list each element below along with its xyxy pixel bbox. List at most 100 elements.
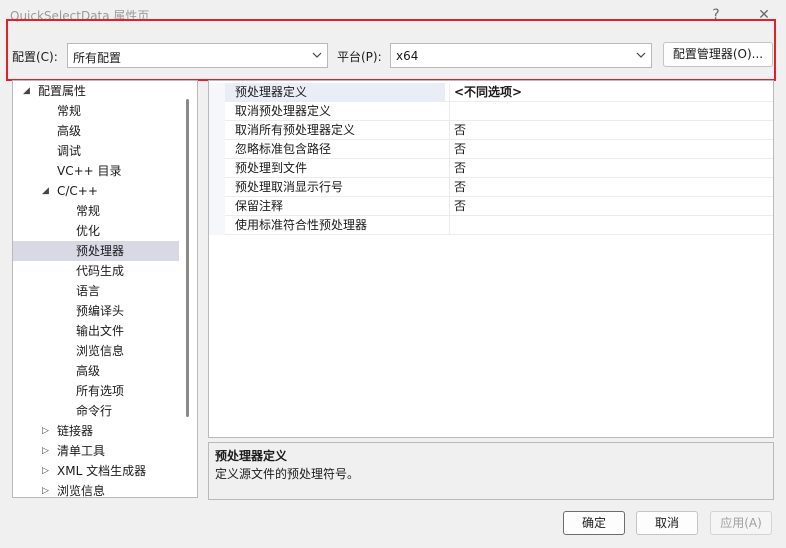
tree-item-xml-doc-generator[interactable]: ▷ XML 文档生成器 (13, 461, 179, 481)
collapsed-arrow-icon[interactable]: ▷ (42, 461, 52, 481)
tree-item-precompiled-headers[interactable]: 预编译头 (13, 301, 179, 321)
config-label: 配置(C): (12, 50, 58, 64)
tree-item-vc-directories[interactable]: VC++ 目录 (13, 161, 179, 181)
grid-row[interactable]: 忽略标准包含路径 否 (209, 140, 773, 159)
property-name: 使用标准符合性预处理器 (235, 218, 368, 232)
tree-item-code-generation[interactable]: 代码生成 (13, 261, 179, 281)
tree-item-language[interactable]: 语言 (13, 281, 179, 301)
tree-item-label: 高级 (76, 364, 101, 378)
property-value[interactable]: 否 (449, 178, 773, 197)
tree-item-label: 代码生成 (76, 264, 125, 278)
tree-item-all-options[interactable]: 所有选项 (13, 381, 179, 401)
tree-item-advanced[interactable]: 高级 (13, 121, 179, 141)
tree-item-label: XML 文档生成器 (57, 464, 147, 478)
collapsed-arrow-icon[interactable]: ▷ (42, 481, 52, 497)
property-value[interactable]: <不同选项> (449, 83, 773, 102)
row-gutter (209, 83, 225, 102)
property-tree[interactable]: ◢ 配置属性 常规 高级 调试 VC++ 目录 ◢ C/C++ 常规 优化 预处… (12, 80, 198, 498)
grid-row[interactable]: 预处理取消显示行号 否 (209, 178, 773, 197)
tree-item-label: 预处理器 (76, 244, 125, 258)
grid-row[interactable]: 取消所有预处理器定义 否 (209, 121, 773, 140)
description-text: 定义源文件的预处理符号。 (215, 467, 360, 481)
tree-item-label: 输出文件 (76, 324, 125, 338)
tree-item-label: 浏览信息 (76, 344, 125, 358)
ok-button[interactable]: 确定 (563, 511, 625, 535)
tree-item-preprocessor[interactable]: 预处理器 (13, 241, 179, 261)
property-name: 预处理到文件 (235, 161, 308, 175)
platform-value: x64 (396, 49, 419, 63)
description-panel: 预处理器定义 定义源文件的预处理符号。 (208, 442, 774, 500)
tree-item-general[interactable]: 常规 (13, 101, 179, 121)
tree-item-command-line[interactable]: 命令行 (13, 401, 179, 421)
tree-item-label: 预编译头 (76, 304, 125, 318)
expanded-arrow-icon[interactable]: ◢ (42, 181, 52, 201)
grid-row[interactable]: 预处理器定义 <不同选项> (209, 83, 773, 102)
property-value[interactable]: 否 (449, 140, 773, 159)
collapsed-arrow-icon[interactable]: ▷ (42, 441, 52, 461)
tree-item-label: 所有选项 (76, 384, 125, 398)
platform-label: 平台(P): (337, 50, 382, 64)
tree-item-debugging[interactable]: 调试 (13, 141, 179, 161)
tree-item-label: 链接器 (57, 424, 94, 438)
row-gutter (209, 140, 225, 159)
config-dropdown[interactable]: 所有配置 (67, 43, 328, 68)
tree-item-optimization[interactable]: 优化 (13, 221, 179, 241)
tree-item-label: 语言 (76, 284, 101, 298)
row-gutter (209, 159, 225, 178)
property-name: 预处理器定义 (235, 85, 308, 99)
tree-item-label: 命令行 (76, 404, 113, 418)
grid-row[interactable]: 取消预处理器定义 (209, 102, 773, 121)
row-gutter (209, 178, 225, 197)
close-icon[interactable]: ✕ (752, 4, 776, 26)
tree-item-label: 调试 (57, 144, 82, 158)
collapsed-arrow-icon[interactable]: ▷ (42, 421, 52, 441)
property-grid[interactable]: 预处理器定义 <不同选项> 取消预处理器定义 取消所有预处理器定义 否 忽略标准… (208, 80, 774, 438)
chevron-down-icon (636, 52, 646, 58)
apply-button[interactable]: 应用(A) (710, 511, 772, 535)
config-value: 所有配置 (73, 51, 122, 65)
cancel-button[interactable]: 取消 (636, 511, 698, 535)
row-gutter (209, 216, 225, 235)
grid-row[interactable]: 预处理到文件 否 (209, 159, 773, 178)
tree-item-label: 常规 (57, 104, 82, 118)
tree-item-c-cpp[interactable]: ◢ C/C++ (13, 181, 179, 201)
tree-item-output-files[interactable]: 输出文件 (13, 321, 179, 341)
property-value[interactable] (449, 216, 773, 235)
grid-row[interactable]: 使用标准符合性预处理器 (209, 216, 773, 235)
chevron-down-icon (312, 52, 322, 58)
property-name: 预处理取消显示行号 (235, 180, 344, 194)
property-name: 保留注释 (235, 199, 284, 213)
tree-item-config-properties[interactable]: ◢ 配置属性 (13, 81, 179, 101)
tree-item-label: 高级 (57, 124, 82, 138)
window-title: QuickSelectData 属性页 (10, 9, 150, 23)
tree-item-label: C/C++ (57, 184, 98, 198)
property-name: 取消预处理器定义 (235, 104, 332, 118)
tree-item-cpp-general[interactable]: 常规 (13, 201, 179, 221)
tree-item-manifest-tool[interactable]: ▷ 清单工具 (13, 441, 179, 461)
tree-item-label: 清单工具 (57, 444, 106, 458)
tree-item-label: 优化 (76, 224, 101, 238)
row-gutter (209, 197, 225, 216)
property-value[interactable]: 否 (449, 197, 773, 216)
description-title: 预处理器定义 (215, 449, 288, 463)
tree-item-browse-information[interactable]: ▷ 浏览信息 (13, 481, 179, 498)
row-gutter (209, 121, 225, 140)
expanded-arrow-icon[interactable]: ◢ (23, 81, 33, 101)
platform-dropdown[interactable]: x64 (390, 43, 652, 68)
property-name: 忽略标准包含路径 (235, 142, 332, 156)
tree-item-linker[interactable]: ▷ 链接器 (13, 421, 179, 441)
property-value[interactable]: 否 (449, 159, 773, 178)
tree-scrollbar[interactable] (186, 99, 189, 417)
title-bar: QuickSelectData 属性页 ? ✕ (0, 0, 786, 30)
tree-item-cpp-advanced[interactable]: 高级 (13, 361, 179, 381)
configuration-manager-button[interactable]: 配置管理器(O)... (663, 42, 773, 67)
help-icon[interactable]: ? (704, 4, 728, 26)
tree-item-label: 配置属性 (38, 84, 87, 98)
tree-item-label: 浏览信息 (57, 484, 106, 498)
tree-item-label: 常规 (76, 204, 101, 218)
property-name: 取消所有预处理器定义 (235, 123, 356, 137)
grid-row[interactable]: 保留注释 否 (209, 197, 773, 216)
tree-item-browse-info[interactable]: 浏览信息 (13, 341, 179, 361)
property-value[interactable]: 否 (449, 121, 773, 140)
property-value[interactable] (449, 102, 773, 121)
